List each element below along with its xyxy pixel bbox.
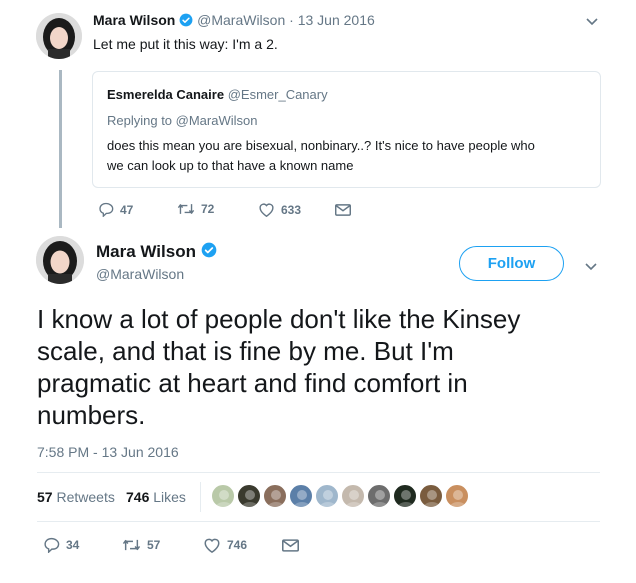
reply-icon — [99, 202, 114, 217]
liker-avatar[interactable] — [445, 484, 469, 508]
avatar[interactable] — [36, 13, 82, 59]
tweet-text-line: pragmatic at heart and find comfort in — [37, 368, 468, 398]
author-handle[interactable]: @MaraWilson — [197, 12, 285, 28]
follow-button[interactable]: Follow — [459, 246, 564, 281]
tweet-text-line: numbers. — [37, 400, 146, 430]
envelope-icon — [335, 204, 351, 216]
liker-avatar[interactable] — [315, 484, 339, 508]
replying-to: Replying to @MaraWilson — [107, 113, 258, 128]
author-name[interactable]: Mara Wilson — [96, 242, 196, 261]
liker-avatar[interactable] — [419, 484, 443, 508]
direct-message-button[interactable] — [282, 539, 299, 552]
retweet-count: 57 — [147, 538, 161, 552]
like-count: 633 — [281, 202, 302, 217]
direct-message-button[interactable] — [335, 204, 351, 216]
chevron-down-icon[interactable] — [585, 14, 599, 32]
quoted-header: Esmerelda Canaire @Esmer_Canary — [107, 87, 328, 102]
chevron-down-icon[interactable] — [584, 259, 598, 277]
heart-icon — [259, 203, 274, 217]
quoted-tweet[interactable]: Esmerelda Canaire @Esmer_Canary Replying… — [92, 71, 601, 188]
retweets-stat[interactable]: 57 Retweets — [37, 489, 115, 505]
separator: · — [289, 12, 294, 28]
liker-avatar[interactable] — [211, 484, 235, 508]
tweet-text: I know a lot of people don't like the Ki… — [37, 303, 520, 431]
tweet-timestamp[interactable]: 7:58 PM - 13 Jun 2016 — [37, 444, 179, 460]
quoted-text-line: we can look up to that have a known name — [107, 158, 354, 173]
reply-count: 34 — [66, 538, 80, 552]
heart-icon — [204, 538, 220, 553]
envelope-icon — [282, 539, 299, 552]
thread-line — [59, 70, 62, 228]
stats-separator — [200, 482, 201, 512]
reply-count: 47 — [120, 202, 134, 217]
liker-avatar[interactable] — [237, 484, 261, 508]
reply-button[interactable]: 34 — [43, 537, 79, 553]
like-button[interactable]: 633 — [258, 202, 301, 217]
likes-stat[interactable]: 746 Likes — [126, 489, 186, 505]
divider — [37, 521, 600, 522]
tweet-header: Mara Wilson @MaraWilson · 13 Jun 2016 — [93, 12, 375, 30]
avatar[interactable] — [36, 236, 84, 284]
author-handle[interactable]: @MaraWilson — [96, 266, 184, 282]
retweet-count: 72 — [201, 202, 215, 216]
liker-avatar[interactable] — [341, 484, 365, 508]
liker-avatar[interactable] — [367, 484, 391, 508]
liker-avatar[interactable] — [263, 484, 287, 508]
verified-badge-icon — [179, 13, 193, 30]
tweet-text-line: scale, and that is fine by me. But I'm — [37, 336, 454, 366]
retweets-count: 57 — [37, 489, 53, 505]
quoted-text-line: does this mean you are bisexual, nonbina… — [107, 138, 535, 153]
author-name-row: Mara Wilson — [96, 242, 217, 263]
retweets-label: Retweets — [56, 489, 115, 505]
retweet-button[interactable]: 57 — [122, 538, 160, 552]
retweet-icon — [177, 204, 195, 214]
divider — [37, 472, 600, 473]
liker-avatar[interactable] — [393, 484, 417, 508]
reply-icon — [44, 537, 60, 553]
tweet-text-line: I know a lot of people don't like the Ki… — [37, 304, 521, 334]
quoted-author-name: Esmerelda Canaire — [107, 87, 225, 102]
like-count: 746 — [227, 538, 248, 552]
liker-avatar[interactable] — [289, 484, 313, 508]
author-name[interactable]: Mara Wilson — [93, 12, 175, 28]
reply-button[interactable]: 47 — [98, 202, 133, 217]
like-button[interactable]: 746 — [203, 537, 247, 553]
quoted-author-handle: @Esmer_Canary — [227, 87, 328, 102]
verified-badge-icon — [201, 242, 217, 263]
tweet-date[interactable]: 13 Jun 2016 — [298, 12, 375, 28]
retweet-icon — [122, 539, 141, 551]
likes-label: Likes — [153, 489, 186, 505]
tweet-text: Let me put it this way: I'm a 2. — [93, 36, 278, 52]
retweet-button[interactable]: 72 — [177, 202, 214, 216]
likes-count: 746 — [126, 489, 150, 505]
